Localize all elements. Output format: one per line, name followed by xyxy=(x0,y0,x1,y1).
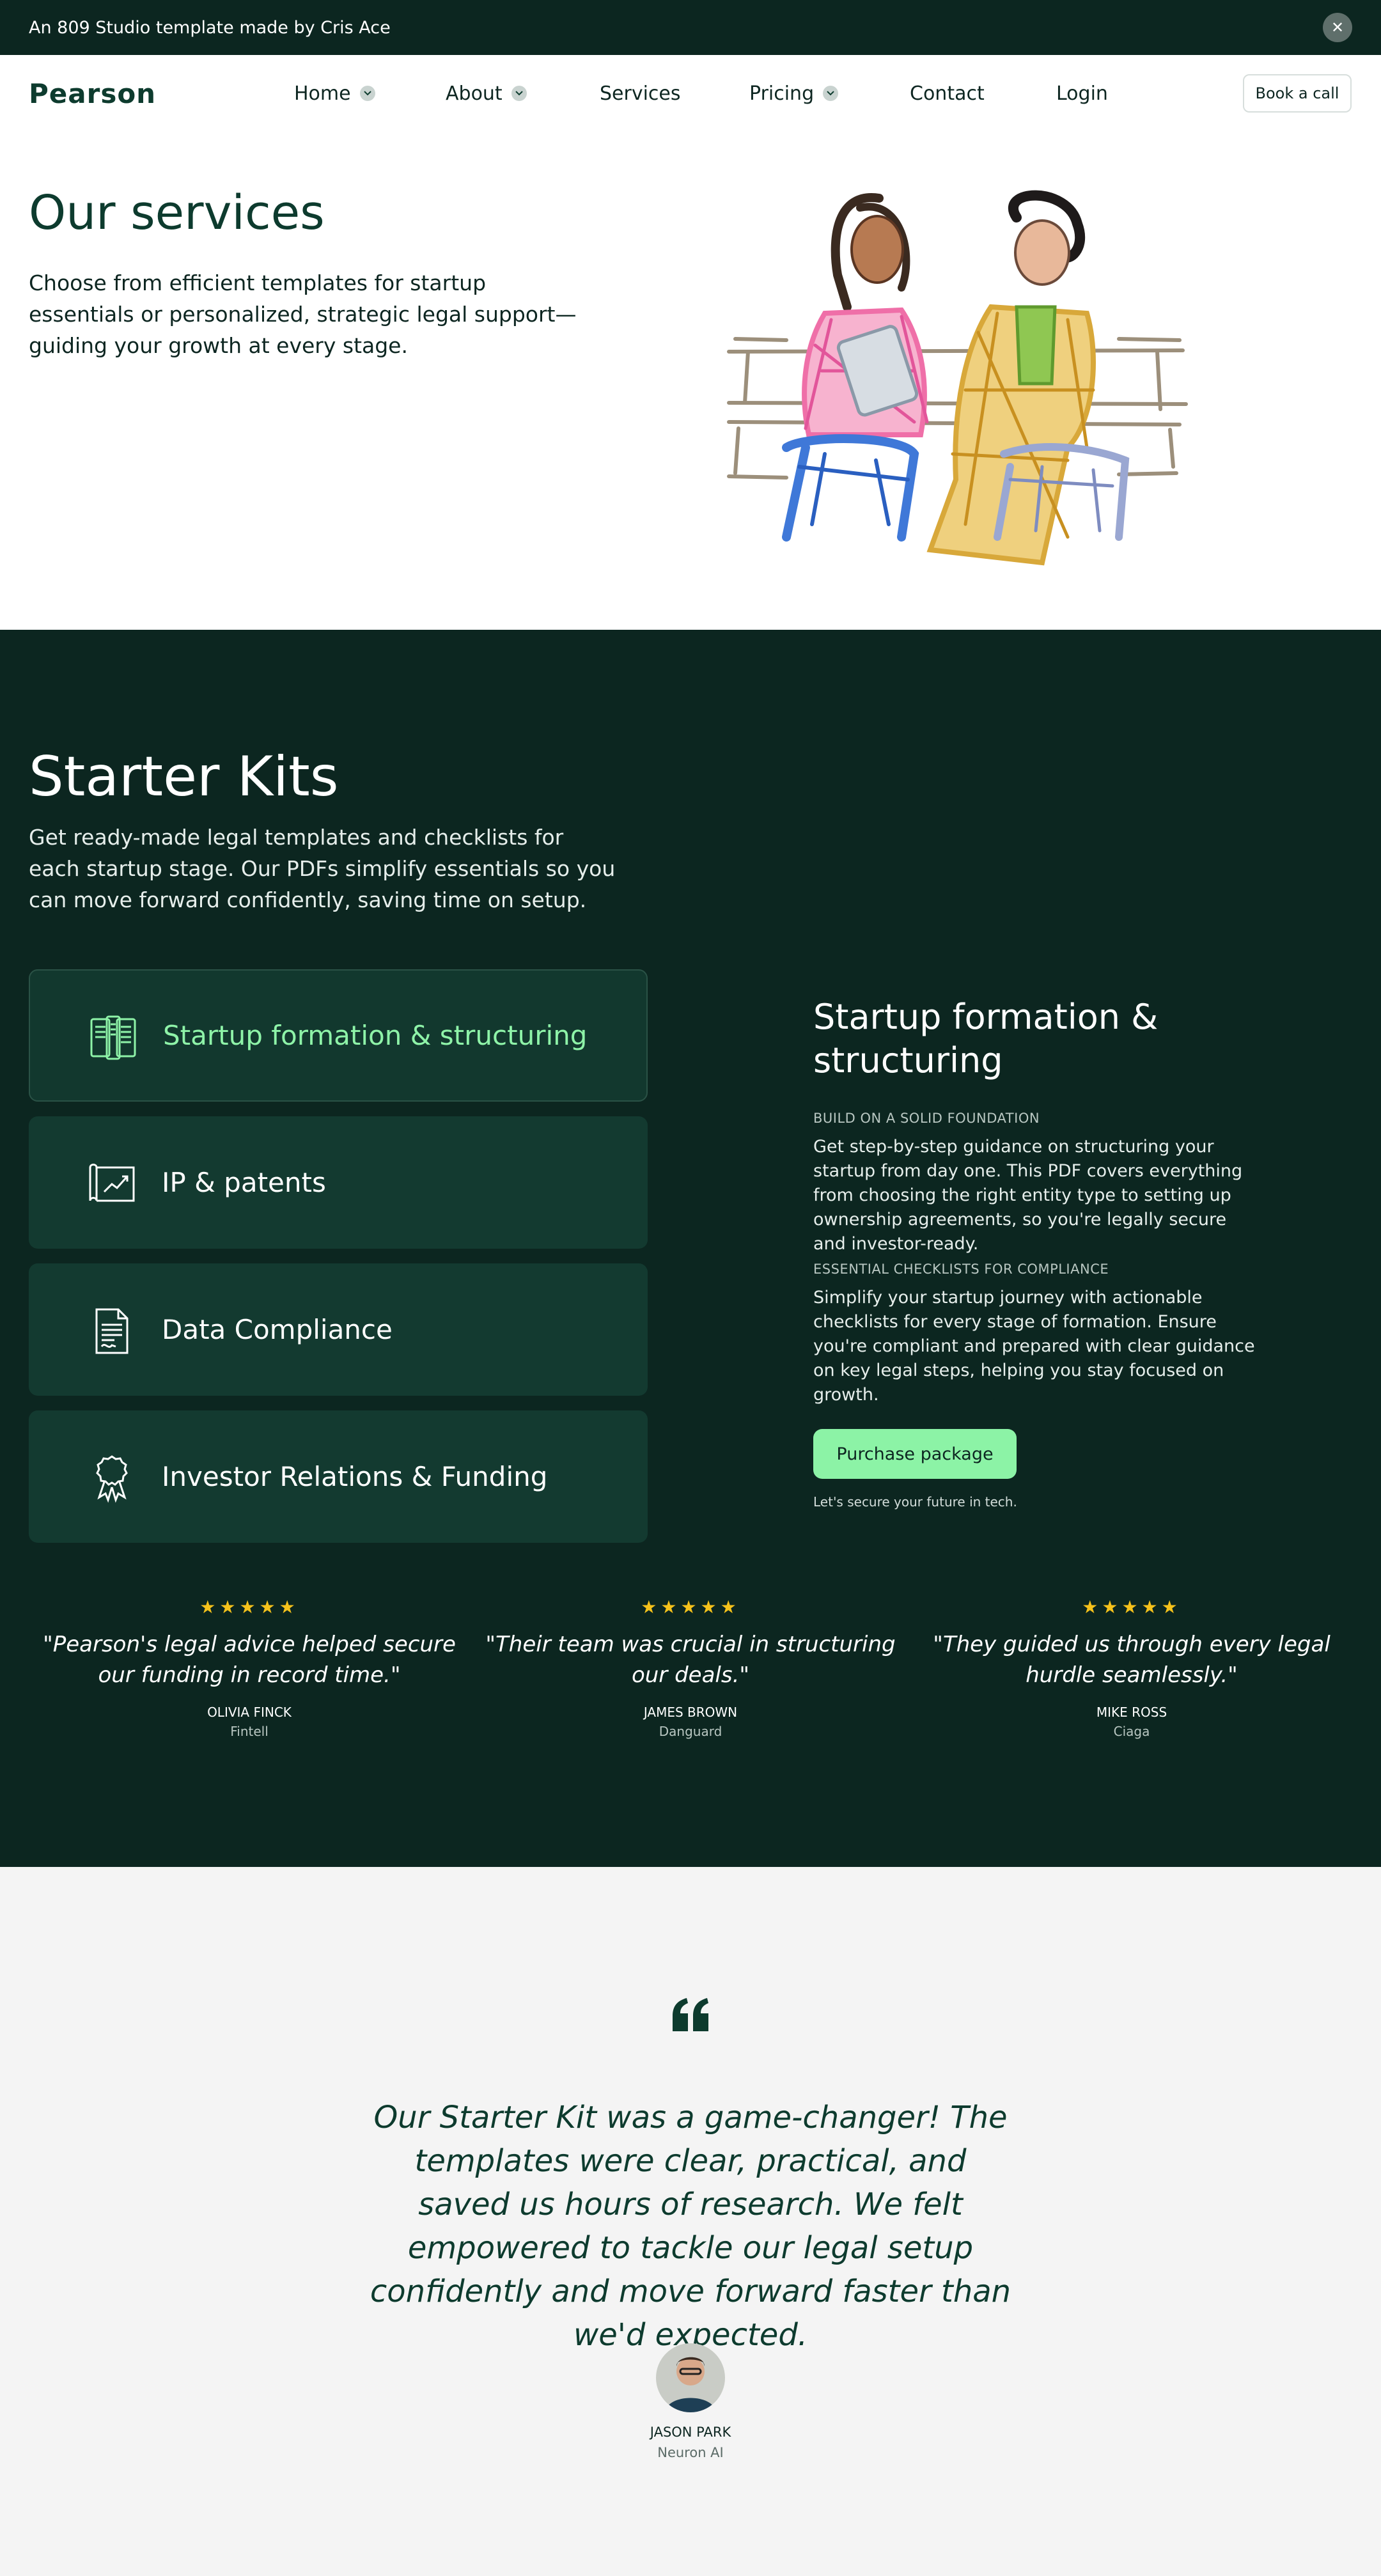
nav-item-label: Login xyxy=(1056,82,1108,105)
tagline: Let's secure your future in tech. xyxy=(813,1494,1017,1510)
review-quote: "Pearson's legal advice helped secure ou… xyxy=(43,1632,456,1688)
purchase-package-button[interactable]: Purchase package xyxy=(813,1429,1017,1479)
nav-item-contact[interactable]: Contact xyxy=(910,55,985,132)
star-rating: ★★★★★ xyxy=(199,1596,299,1618)
reviewer-company: Fintell xyxy=(230,1724,269,1739)
chevron-down-icon xyxy=(823,86,839,101)
book-call-button[interactable]: Book a call xyxy=(1243,74,1352,113)
reviewer-company: Ciaga xyxy=(1113,1724,1150,1739)
star-rating: ★★★★★ xyxy=(1082,1596,1182,1618)
main-nav: Pearson Home About Services Pricing Cont… xyxy=(0,55,1381,132)
testimonial-quote: Our Starter Kit was a game-changer! The … xyxy=(370,2100,1011,2353)
nav-item-services[interactable]: Services xyxy=(600,55,681,132)
signed-document-icon xyxy=(95,1308,129,1354)
starter-kits-section: Starter Kits Get ready-made legal templa… xyxy=(0,630,1381,1867)
announcement-bar: An 809 Studio template made by Cris Ace … xyxy=(0,0,1381,55)
blueprint-chart-icon xyxy=(89,1164,135,1202)
nav-item-label: Services xyxy=(600,82,681,105)
logo[interactable]: Pearson xyxy=(29,78,156,109)
kit-card-investor-relations[interactable]: Investor Relations & Funding xyxy=(29,1410,648,1543)
star-rating: ★★★★★ xyxy=(641,1596,740,1618)
nav-item-label: Home xyxy=(294,82,351,105)
award-ribbon-icon xyxy=(96,1455,128,1503)
detail-heading: Build on a solid foundation xyxy=(813,1111,1040,1126)
reviewer-company: Danguard xyxy=(659,1724,722,1739)
kit-detail-title: Startup formation & structuring xyxy=(813,997,1159,1081)
section-title: Starter Kits xyxy=(29,745,339,809)
reviewer-name: Olivia Finck xyxy=(207,1705,292,1720)
kit-card-startup-formation[interactable]: Startup formation & structuring xyxy=(29,969,648,1102)
review-quote: "They guided us through every legal hurd… xyxy=(933,1632,1330,1688)
kit-card-ip-patents[interactable]: IP & patents xyxy=(29,1116,648,1249)
nav-item-label: About xyxy=(446,82,503,105)
kit-label: Investor Relations & Funding xyxy=(162,1461,548,1492)
nav-item-pricing[interactable]: Pricing xyxy=(749,55,839,132)
review-card: ★★★★★ "Pearson's legal advice helped sec… xyxy=(29,1596,470,1739)
detail-body: Get step-by-step guidance on structuring… xyxy=(813,1137,1243,1254)
quote-mark-icon xyxy=(673,1998,708,2031)
two-women-on-bench-illustration xyxy=(727,190,1188,566)
testimonial-author: Jason Park xyxy=(650,2424,731,2440)
chevron-down-icon xyxy=(359,86,375,101)
review-card: ★★★★★ "Their team was crucial in structu… xyxy=(470,1596,911,1739)
testimonial-company: Neuron AI xyxy=(657,2445,724,2460)
nav-item-label: Contact xyxy=(910,82,985,105)
kit-card-data-compliance[interactable]: Data Compliance xyxy=(29,1263,648,1396)
kit-label: Startup formation & structuring xyxy=(163,1020,588,1051)
kit-label: IP & patents xyxy=(162,1167,326,1198)
review-quote: "Their team was crucial in structuring o… xyxy=(485,1632,896,1688)
documents-icon xyxy=(90,1015,136,1060)
review-card: ★★★★★ "They guided us through every lega… xyxy=(911,1596,1352,1739)
nav-item-login[interactable]: Login xyxy=(1056,55,1108,132)
testimonial-section: Our Starter Kit was a game-changer! The … xyxy=(0,1867,1381,2576)
hero-description: Choose from efficient templates for star… xyxy=(29,270,577,358)
chevron-down-icon xyxy=(511,86,527,101)
kit-label: Data Compliance xyxy=(162,1314,393,1345)
nav-item-home[interactable]: Home xyxy=(294,55,375,132)
nav-item-about[interactable]: About xyxy=(446,55,527,132)
reviewer-name: Mike Ross xyxy=(1096,1705,1167,1720)
announcement-text: An 809 Studio template made by Cris Ace xyxy=(29,17,391,38)
close-icon[interactable]: ✕ xyxy=(1323,13,1352,42)
nav-item-label: Pricing xyxy=(749,82,815,105)
detail-body: Simplify your startup journey with actio… xyxy=(813,1288,1255,1405)
section-description: Get ready-made legal templates and check… xyxy=(29,825,616,912)
detail-heading: Essential checklists for compliance xyxy=(813,1261,1109,1277)
reviewer-name: James Brown xyxy=(643,1705,738,1720)
page-title: Our services xyxy=(29,185,325,240)
avatar xyxy=(656,2343,725,2412)
